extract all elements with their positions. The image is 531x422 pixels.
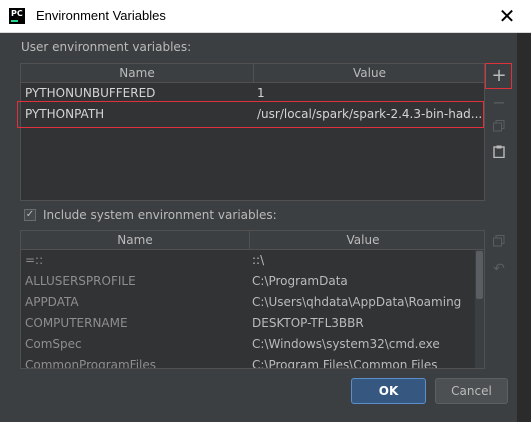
scrollbar-thumb[interactable] <box>476 251 483 299</box>
copy-icon[interactable] <box>488 232 510 254</box>
add-icon[interactable]: + <box>488 65 510 87</box>
include-system-label: Include system environment variables: <box>43 208 277 222</box>
background-strip <box>517 33 531 422</box>
row-value: C:\Program Files\Common Files <box>252 358 438 369</box>
user-env-table: Name Value PYTHONUNBUFFERED 1 PYTHONPATH… <box>20 63 485 201</box>
pycharm-app-icon: PC <box>9 8 25 24</box>
highlight-box-pythonpath <box>17 101 484 128</box>
row-name: =:: <box>25 253 44 267</box>
close-icon[interactable]: ✕ <box>494 4 520 28</box>
column-header-value[interactable]: Value <box>249 231 476 249</box>
undo-icon[interactable]: ↶ <box>488 258 510 280</box>
remove-icon[interactable]: − <box>488 92 510 114</box>
row-value: DESKTOP-TFL3BBR <box>252 316 364 330</box>
table-row[interactable]: APPDATA C:\Users\qhdata\AppData\Roaming <box>21 292 475 313</box>
column-header-name[interactable]: Name <box>21 64 253 82</box>
row-name: ALLUSERSPROFILE <box>25 274 136 288</box>
title-bar: PC Environment Variables ✕ <box>0 0 531 33</box>
copy-icon[interactable] <box>488 117 510 139</box>
table-row[interactable]: CommonProgramFiles C:\Program Files\Comm… <box>21 355 475 369</box>
scrollbar[interactable] <box>475 250 484 368</box>
row-value: C:\ProgramData <box>252 274 348 288</box>
include-system-checkbox[interactable]: ✓ <box>24 209 36 221</box>
table-row[interactable]: ALLUSERSPROFILE C:\ProgramData <box>21 271 475 292</box>
user-table-header: Name Value <box>21 64 484 83</box>
cancel-button[interactable]: Cancel <box>435 378 508 404</box>
table-row[interactable]: =:: ::\ <box>21 250 475 271</box>
system-table-header: Name Value <box>21 231 484 250</box>
row-value: ::\ <box>252 253 265 267</box>
column-header-value[interactable]: Value <box>253 64 485 82</box>
row-value: C:\Windows\system32\cmd.exe <box>252 337 440 351</box>
paste-icon[interactable] <box>488 143 510 165</box>
row-value: C:\Users\qhdata\AppData\Roaming <box>252 295 462 309</box>
column-header-name[interactable]: Name <box>21 231 249 249</box>
row-name: APPDATA <box>25 295 79 309</box>
row-name: CommonProgramFiles <box>25 358 157 369</box>
table-row[interactable]: COMPUTERNAME DESKTOP-TFL3BBR <box>21 313 475 334</box>
ok-button[interactable]: OK <box>351 378 426 404</box>
window-title: Environment Variables <box>36 8 166 23</box>
table-row[interactable]: ComSpec C:\Windows\system32\cmd.exe <box>21 334 475 355</box>
system-env-table: Name Value =:: ::\ ALLUSERSPROFILE C:\Pr… <box>20 230 485 369</box>
user-env-label: User environment variables: <box>21 40 192 54</box>
row-name: COMPUTERNAME <box>25 316 128 330</box>
app-icon-text: PC <box>11 9 23 18</box>
row-name: ComSpec <box>25 337 82 351</box>
